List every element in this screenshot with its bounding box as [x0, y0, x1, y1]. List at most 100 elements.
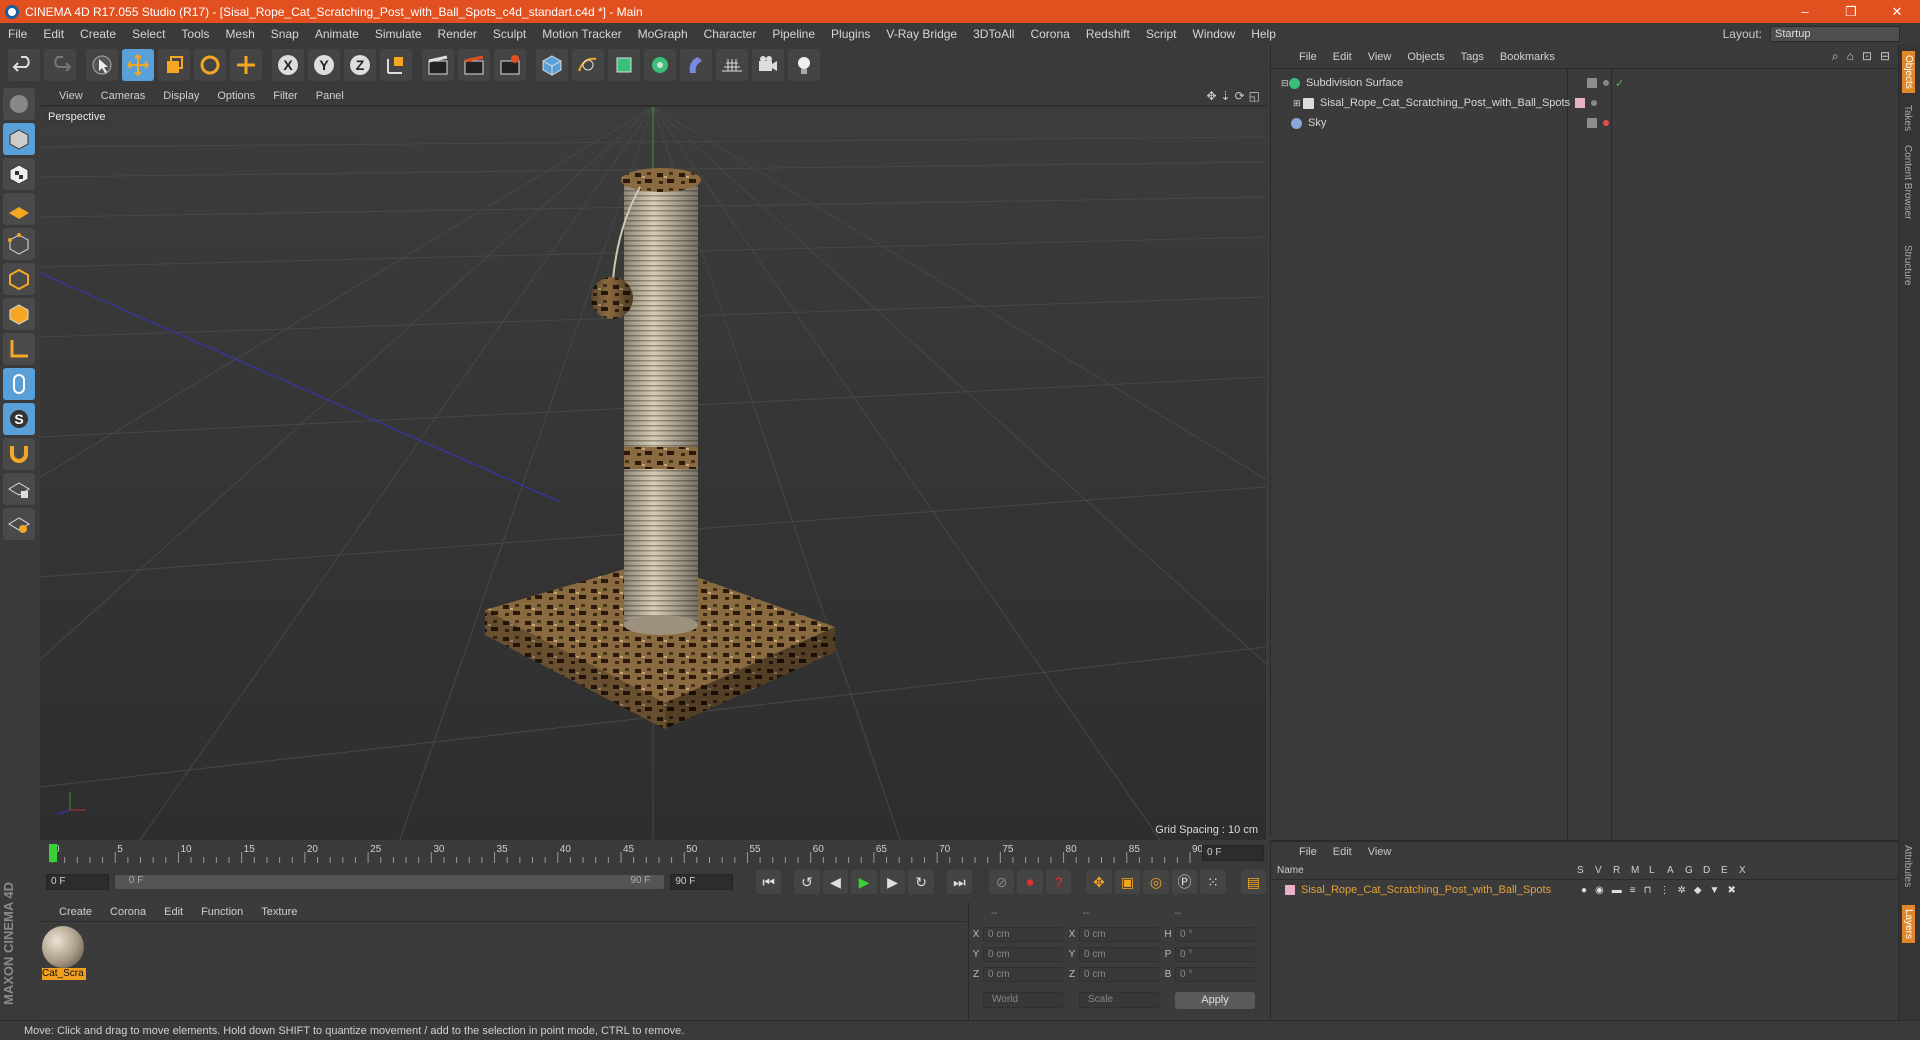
solo-dot-icon[interactable]: ● [1581, 885, 1587, 896]
new-view-icon[interactable]: ⊡ [1862, 49, 1872, 64]
next-frame-button[interactable]: ▶ [879, 870, 906, 894]
pan-view-icon[interactable]: ✥ [1206, 89, 1216, 103]
rotate-tool-button[interactable] [194, 49, 226, 81]
previous-key-button[interactable]: ↺ [794, 870, 820, 894]
size-z-field[interactable]: 0 cm [1079, 966, 1159, 982]
render-settings-button[interactable] [494, 49, 526, 81]
viewport-menu-display[interactable]: Display [154, 90, 208, 102]
key-rotation-button[interactable]: ◎ [1143, 870, 1169, 894]
add-light-button[interactable] [788, 49, 820, 81]
coordinate-system-button[interactable] [380, 49, 412, 81]
viewport-menu-options[interactable]: Options [208, 90, 264, 102]
material-menu-edit[interactable]: Edit [155, 906, 192, 918]
rotation-h-field[interactable]: 0 ° [1175, 926, 1255, 942]
object-menu-tags[interactable]: Tags [1453, 51, 1492, 63]
timeline-window-button[interactable]: ▤ [1240, 870, 1267, 894]
playhead-marker[interactable] [49, 844, 57, 862]
size-x-field[interactable]: 0 cm [1079, 926, 1159, 942]
collapse-toggle-icon[interactable]: ⊟ [1281, 78, 1289, 89]
go-to-end-button[interactable]: ⏭ [946, 870, 973, 894]
move-tool-button[interactable] [122, 49, 154, 81]
keyframe-selection-button[interactable]: ⊘ [988, 870, 1015, 894]
camera-label[interactable]: Perspective [44, 110, 110, 124]
menu-edit[interactable]: Edit [35, 27, 72, 41]
viewport-menu-filter[interactable]: Filter [264, 90, 306, 102]
points-mode-button[interactable] [3, 228, 35, 260]
size-y-field[interactable]: 0 cm [1079, 946, 1159, 962]
menu-create[interactable]: Create [72, 27, 124, 41]
menu-plugins[interactable]: Plugins [823, 27, 878, 41]
y-axis-lock-button[interactable]: Y [308, 49, 340, 81]
3d-scene[interactable]: Perspective Grid Spacing : 10 cm [40, 107, 1266, 840]
edges-mode-button[interactable] [3, 263, 35, 295]
menu-character[interactable]: Character [696, 27, 765, 41]
transform-tool-button[interactable] [230, 49, 262, 81]
material-menu-texture[interactable]: Texture [252, 906, 306, 918]
autokey-button[interactable]: ? [1045, 870, 1072, 894]
layer-color-swatch[interactable] [1587, 118, 1597, 128]
visibility-dot[interactable] [1603, 80, 1609, 86]
menu-animate[interactable]: Animate [307, 27, 367, 41]
current-frame-field[interactable]: 0 F [1202, 845, 1264, 861]
layer-flags[interactable]: ● ◉ ▬ ≡ ⊓ ⋮ ✲ ◆ ▼ ✖ [1581, 885, 1736, 896]
tab-takes[interactable]: Takes [1902, 105, 1913, 131]
menu-redshift[interactable]: Redshift [1078, 27, 1138, 41]
menu-simulate[interactable]: Simulate [367, 27, 430, 41]
axis-mode-button[interactable] [3, 333, 35, 365]
menu-tools[interactable]: Tools [173, 27, 217, 41]
material-menu-function[interactable]: Function [192, 906, 252, 918]
tweak-mode-button[interactable] [3, 368, 35, 400]
menu-corona[interactable]: Corona [1022, 27, 1077, 41]
workplane-mode-button[interactable] [3, 193, 35, 225]
snap-button[interactable] [3, 438, 35, 470]
record-button[interactable]: ⏺ [1017, 870, 1043, 894]
position-z-field[interactable]: 0 cm [983, 966, 1063, 982]
texture-mode-button[interactable] [3, 158, 35, 190]
coordinate-space-select[interactable]: World [983, 992, 1063, 1008]
play-button[interactable]: ▶ [851, 870, 877, 894]
menu-snap[interactable]: Snap [263, 27, 307, 41]
tab-content-browser[interactable]: Content Browser [1902, 145, 1913, 219]
add-deformer-button[interactable] [680, 49, 712, 81]
z-axis-lock-button[interactable]: Z [344, 49, 376, 81]
model-mode-button[interactable] [3, 123, 35, 155]
redo-button[interactable] [44, 49, 76, 81]
material-menu-corona[interactable]: Corona [101, 906, 155, 918]
viewport-menu-panel[interactable]: Panel [307, 90, 353, 102]
manager-icon[interactable]: ≡ [1630, 885, 1636, 896]
menu-mesh[interactable]: Mesh [217, 27, 262, 41]
deformer-icon[interactable]: ◆ [1694, 885, 1702, 896]
visibility-dot[interactable] [1591, 100, 1597, 106]
add-camera-button[interactable] [752, 49, 784, 81]
expand-toggle-icon[interactable]: ⊞ [1293, 98, 1303, 109]
layer-menu-file[interactable]: File [1291, 846, 1325, 858]
end-frame-field[interactable]: 90 F [670, 874, 734, 890]
frame-range-slider[interactable]: 0 F 90 F [114, 875, 665, 889]
size-mode-select[interactable]: Scale [1079, 992, 1159, 1008]
enabled-check-icon[interactable]: ✓ [1615, 77, 1624, 90]
start-frame-field[interactable]: 0 F [46, 874, 109, 890]
live-selection-button[interactable] [86, 49, 118, 81]
menu-motion-tracker[interactable]: Motion Tracker [534, 27, 629, 41]
layer-menu-edit[interactable]: Edit [1325, 846, 1360, 858]
layout-select[interactable]: Startup [1770, 26, 1900, 42]
close-button[interactable]: ✕ [1874, 4, 1920, 20]
generator-icon[interactable]: ✲ [1677, 885, 1685, 896]
menu-vray-bridge[interactable]: V-Ray Bridge [878, 27, 965, 41]
menu-select[interactable]: Select [124, 27, 173, 41]
object-row-sky[interactable]: Sky [1281, 113, 1898, 133]
search-icon[interactable]: ⌕ [1832, 49, 1839, 64]
tab-structure[interactable]: Structure [1902, 245, 1913, 286]
position-y-field[interactable]: 0 cm [983, 946, 1063, 962]
object-row-subdivision-surface[interactable]: ⊟ Subdivision Surface ✓ [1281, 73, 1898, 93]
position-x-field[interactable]: 0 cm [983, 926, 1063, 942]
viewport-menu-cameras[interactable]: Cameras [92, 90, 155, 102]
layer-color-swatch[interactable] [1587, 78, 1597, 88]
rotation-p-field[interactable]: 0 ° [1175, 946, 1255, 962]
scale-tool-button[interactable] [158, 49, 190, 81]
key-scale-button[interactable]: ▣ [1114, 870, 1141, 894]
previous-frame-button[interactable]: ◀ [822, 870, 849, 894]
object-menu-bookmarks[interactable]: Bookmarks [1492, 51, 1563, 63]
tab-objects[interactable]: Objects [1902, 51, 1915, 93]
orbit-view-icon[interactable]: ⟳ [1235, 89, 1245, 103]
